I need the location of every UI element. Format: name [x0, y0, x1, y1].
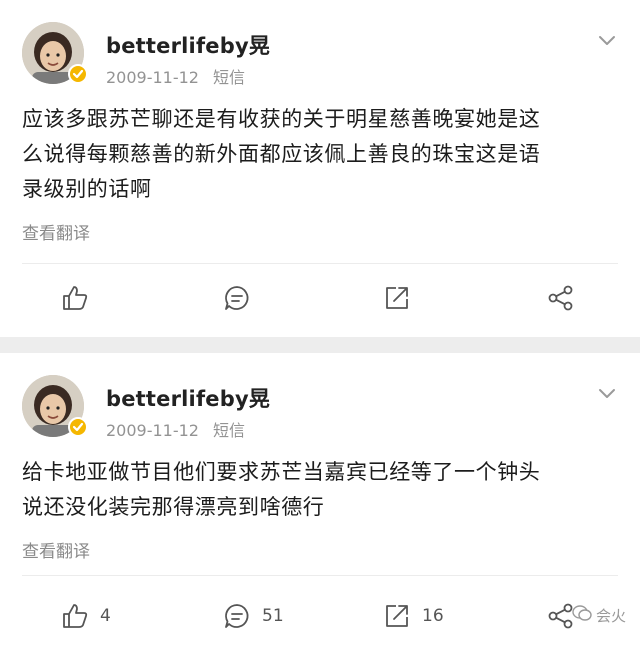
comment-button[interactable]: 51 — [222, 599, 284, 633]
author-name[interactable]: betterlifeby晃 — [106, 30, 270, 60]
repost-button[interactable] — [382, 281, 422, 315]
action-bar: 4 51 16 — [0, 591, 640, 641]
action-bar — [0, 273, 640, 323]
post-text: 给卡地亚做节目他们要求苏芒当嘉宾已经等了一个钟头 说还没化装完那得漂亮到啥德行 — [22, 455, 620, 525]
watermark: 会火 — [572, 604, 626, 626]
post-source: 短信 — [212, 421, 245, 440]
repost-icon — [382, 601, 412, 631]
comment-count: 51 — [262, 606, 284, 626]
repost-button[interactable]: 16 — [382, 599, 444, 633]
post-date: 2009-11-12 — [106, 421, 199, 440]
comment-icon — [222, 601, 252, 631]
watermark-text: 会火 — [595, 606, 626, 625]
like-button[interactable]: 4 — [60, 599, 111, 633]
verified-badge-icon — [68, 64, 88, 84]
verified-badge-icon — [68, 417, 88, 437]
repost-icon — [382, 283, 412, 313]
post-text-line: 录级别的话啊 — [22, 177, 152, 201]
post-text-line: 应该多跟苏芒聊还是有收获的关于明星慈善晚宴她是这 — [22, 107, 541, 131]
share-icon — [546, 283, 576, 313]
view-translation-link[interactable]: 查看翻译 — [22, 219, 90, 244]
like-count: 4 — [100, 606, 111, 626]
weibo-post: betterlifeby晃 2009-11-12 短信 应该多跟苏芒聊还是有收获的… — [0, 0, 640, 337]
repost-count: 16 — [422, 606, 444, 626]
post-source: 短信 — [212, 68, 245, 87]
post-text: 应该多跟苏芒聊还是有收获的关于明星慈善晚宴她是这 么说得每颗慈善的新外面都应该佩… — [22, 102, 620, 207]
chevron-down-icon[interactable] — [598, 385, 616, 398]
post-meta: 2009-11-12 短信 — [106, 417, 245, 441]
post-text-line: 说还没化装完那得漂亮到啥德行 — [22, 495, 325, 519]
author-name[interactable]: betterlifeby晃 — [106, 383, 270, 413]
post-meta: 2009-11-12 短信 — [106, 64, 245, 88]
chevron-down-icon[interactable] — [598, 32, 616, 45]
divider — [22, 263, 618, 264]
weibo-post: betterlifeby晃 2009-11-12 短信 给卡地亚做节目他们要求苏芒… — [0, 353, 640, 652]
thumbs-up-icon — [60, 283, 90, 313]
comment-icon — [222, 283, 252, 313]
comment-button[interactable] — [222, 281, 262, 315]
thumbs-up-icon — [60, 601, 90, 631]
post-text-line: 么说得每颗慈善的新外面都应该佩上善良的珠宝这是语 — [22, 142, 541, 166]
wechat-logo-icon — [572, 604, 592, 626]
view-translation-link[interactable]: 查看翻译 — [22, 537, 90, 562]
like-button[interactable] — [60, 281, 100, 315]
divider — [22, 575, 618, 576]
share-button[interactable] — [546, 281, 576, 315]
post-text-line: 给卡地亚做节目他们要求苏芒当嘉宾已经等了一个钟头 — [22, 460, 541, 484]
post-date: 2009-11-12 — [106, 68, 199, 87]
